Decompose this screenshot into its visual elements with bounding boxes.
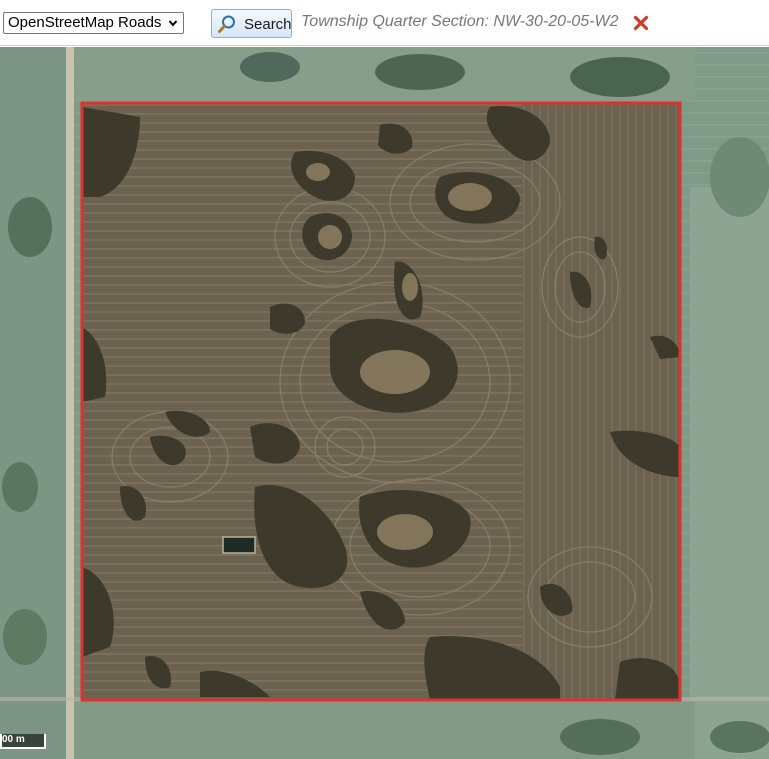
road-vertical <box>66 47 74 759</box>
satellite-imagery <box>0 47 769 759</box>
chevron-down-icon <box>168 20 178 27</box>
scale-label: 00 m <box>2 734 25 745</box>
basemap-layer-value: OpenStreetMap Roads <box>8 14 162 31</box>
toolbar: OpenStreetMap Roads Search Township Quar… <box>0 0 769 46</box>
basemap-layer-select[interactable]: OpenStreetMap Roads <box>3 12 184 34</box>
search-button[interactable]: Search <box>211 9 292 38</box>
satellite-map[interactable] <box>0 47 769 759</box>
quarter-section-label: Township Quarter Section: NW-30-20-05-W2 <box>301 13 619 30</box>
map-scale-bar: 00 m <box>0 734 46 749</box>
search-icon <box>218 15 235 33</box>
dugout-pond <box>222 536 256 554</box>
search-button-label: Search <box>244 16 292 33</box>
close-icon[interactable] <box>633 15 649 31</box>
